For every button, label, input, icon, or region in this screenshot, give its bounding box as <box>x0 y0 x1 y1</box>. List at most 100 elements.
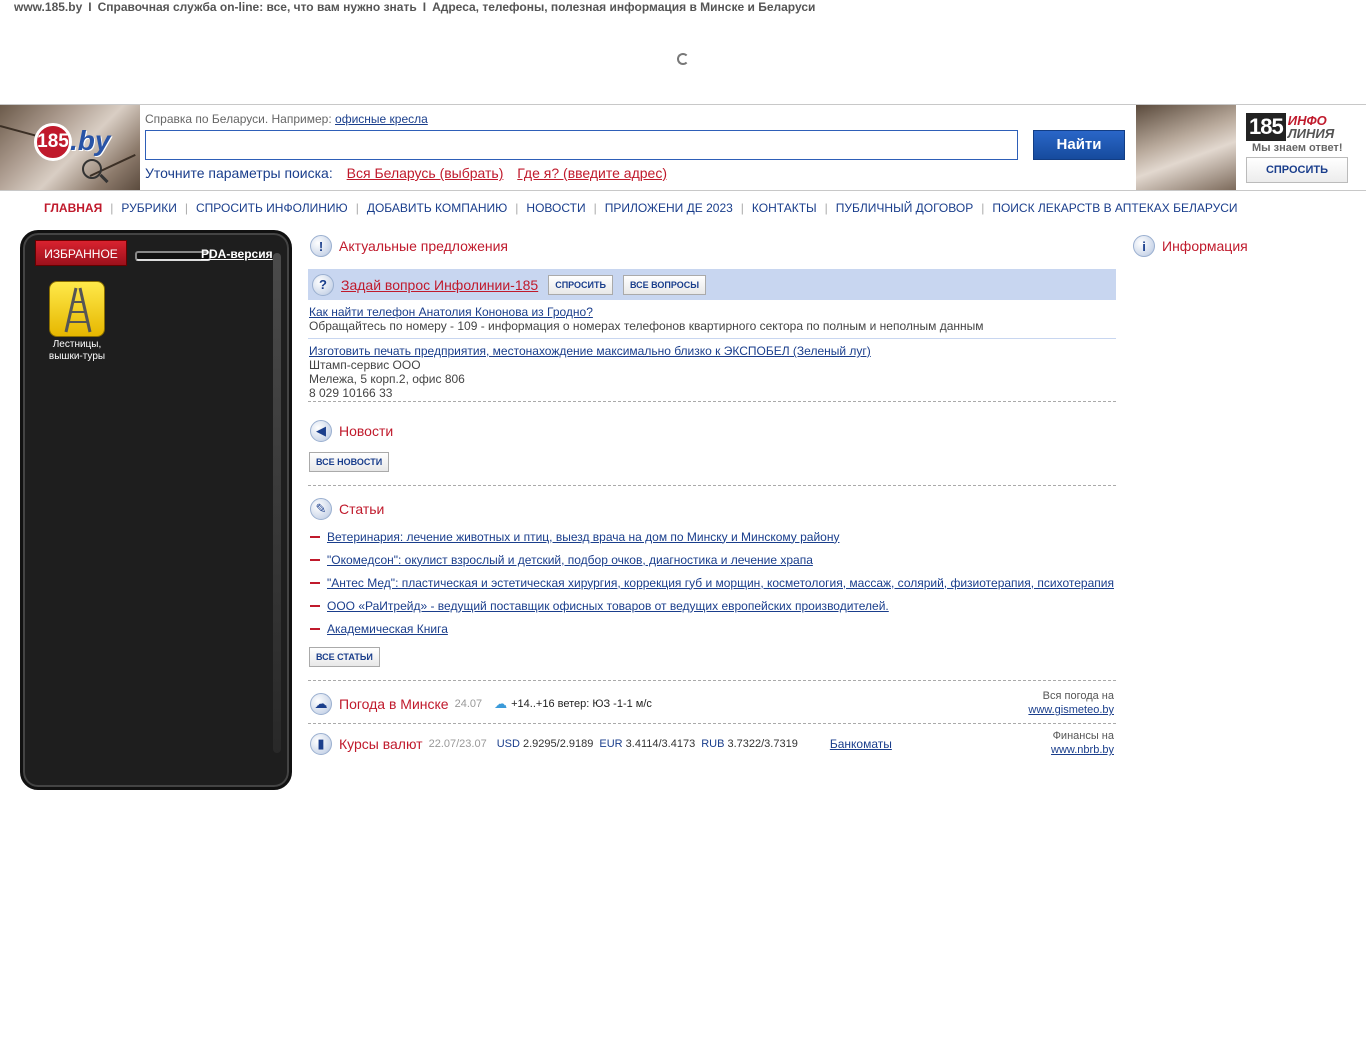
nav-divider: | <box>184 201 188 215</box>
logo-badge: 185 <box>34 123 72 161</box>
divider <box>308 338 1116 339</box>
nav-item[interactable]: Рубрики <box>121 201 176 215</box>
question-link[interactable]: Изготовить печать предприятия, местонахо… <box>309 344 871 358</box>
gismeteo-link[interactable]: www.gismeteo.by <box>1028 704 1114 716</box>
nav-divider: | <box>515 201 519 215</box>
nav-divider: | <box>981 201 985 215</box>
info-column: i Информация <box>1133 231 1353 261</box>
qa-item: Как найти телефон Анатолия Кононова из Г… <box>309 305 1117 333</box>
megaphone-icon: ◀ <box>310 420 332 442</box>
article-item: "Окомедсон": окулист взрослый и детский,… <box>310 548 1118 571</box>
ask-infoline-link[interactable]: Задай вопрос Инфолинии-185 <box>341 277 538 293</box>
site-logo[interactable]: 185 .by <box>0 105 140 190</box>
search-button[interactable]: Найти <box>1033 130 1125 160</box>
ask-infoline-bar: ? Задай вопрос Инфолинии-185 Спросить Вс… <box>308 269 1116 300</box>
info-header: i Информация <box>1133 231 1353 261</box>
nav-item[interactable]: Спросить Инфолинию <box>196 201 348 215</box>
article-item: ООО «РаИтрейд» - ведущий поставщик офисн… <box>310 594 1118 617</box>
weather-date: 24.07 <box>454 698 483 710</box>
weather-icon: ☁ <box>310 693 332 715</box>
main-content: ! Актуальные предложения ? Задай вопрос … <box>308 231 1118 1037</box>
all-questions-button[interactable]: Все вопросы <box>623 274 707 295</box>
search-params: Уточните параметры поиска: Вся Беларусь … <box>145 165 667 181</box>
favorites-tab[interactable]: ИЗБРАННОЕ <box>35 240 127 266</box>
weather-row: ☁ Погода в Минске 24.07 ☁ +14..+16 ветер… <box>310 686 1118 722</box>
example-link[interactable]: офисные кресла <box>335 112 428 126</box>
infoline-slogan: Мы знаем ответ! <box>1252 142 1343 154</box>
infoline-block: 185 ИНФО ЛИНИЯ Мы знаем ответ! СПРОСИТЬ <box>1236 105 1366 190</box>
article-item: Академическая Книга <box>310 617 1118 640</box>
all-news-button[interactable]: Все новости <box>309 452 390 472</box>
article-link[interactable]: Академическая Книга <box>327 622 448 636</box>
nav-divider: | <box>355 201 359 215</box>
logo-text: .by <box>70 125 111 156</box>
infoline-logo[interactable]: 185 ИНФО ЛИНИЯ <box>1246 113 1334 141</box>
weather-text: +14..+16 ветер: ЮЗ -1-1 м/с <box>511 698 652 710</box>
nav-item[interactable]: Главная <box>44 201 102 215</box>
atm-link[interactable]: Банкоматы <box>830 737 892 751</box>
panel-gloss <box>273 253 281 753</box>
divider <box>308 723 1116 724</box>
article-item: "Антес Мед": пластическая и эстетическая… <box>310 571 1118 594</box>
offers-header: ! Актуальные предложения <box>310 231 508 261</box>
nav-divider: | <box>740 201 744 215</box>
bullet-dash <box>310 558 320 561</box>
articles-title: Статьи <box>339 501 385 517</box>
exclamation-icon: ! <box>310 235 332 257</box>
article-link[interactable]: ООО «РаИтрейд» - ведущий поставщик офисн… <box>327 599 889 613</box>
offers-title: Актуальные предложения <box>339 238 509 254</box>
articles-header: ✎ Статьи <box>310 494 384 524</box>
answer-text: Обращайтесь по номеру - 109 - информация… <box>309 319 984 333</box>
nav-item[interactable]: Добавить компанию <box>367 201 507 215</box>
qa-item: Изготовить печать предприятия, местонахо… <box>309 344 871 400</box>
decorative-photo <box>1136 105 1236 190</box>
bullet-dash <box>310 535 320 538</box>
nav-item[interactable]: Поиск лекарств в аптеках Беларуси <box>992 201 1237 215</box>
bullet-dash <box>310 581 320 584</box>
article-link[interactable]: Ветеринария: лечение животных и птиц, вы… <box>327 530 839 544</box>
article-link[interactable]: "Антес Мед": пластическая и эстетическая… <box>327 576 1114 590</box>
infoline-ask-button[interactable]: СПРОСИТЬ <box>1246 157 1348 183</box>
address-input-link[interactable]: Где я? (введите адрес) <box>517 165 667 181</box>
nav-item[interactable]: Публичный договор <box>836 201 973 215</box>
bullet-dash <box>310 604 320 607</box>
rub-rate: RUB 3.7322/3.7319 <box>701 738 798 750</box>
nav-item[interactable]: Новости <box>526 201 585 215</box>
search-hint: Справка по Беларуси. Например: офисные к… <box>145 112 428 126</box>
loading-spinner-icon <box>677 53 689 65</box>
divider <box>308 485 1116 486</box>
pen-icon: ✎ <box>310 498 332 520</box>
favorite-tile-label[interactable]: Лестницы, вышки-туры <box>37 339 117 363</box>
rates-source: Финансы на www.nbrb.by <box>1051 730 1114 756</box>
search-params-label: Уточните параметры поиска: <box>145 165 333 181</box>
news-header: ◀ Новости <box>310 416 393 446</box>
divider <box>308 401 1116 402</box>
main-nav: Главная | Рубрики | Спросить Инфолинию | Добав… <box>44 201 1238 215</box>
pda-version-link[interactable]: PDA-версия <box>201 247 273 261</box>
magnifier-icon <box>82 159 102 179</box>
usd-rate: USD 2.9295/2.9189 <box>496 738 594 750</box>
search-input[interactable] <box>145 130 1018 160</box>
ask-button[interactable]: Спросить <box>548 274 613 295</box>
question-link[interactable]: Как найти телефон Анатолия Кононова из Г… <box>309 305 593 319</box>
region-select-link[interactable]: Вся Беларусь (выбрать) <box>347 165 504 181</box>
top-strip: www.185.by I Справочная служба on-line: вс… <box>14 0 816 14</box>
header: 185 .by Справка по Беларуси. Например: о… <box>0 104 1366 191</box>
weather-title: Погода в Минске <box>339 696 449 712</box>
all-articles-button[interactable]: Все статьи <box>309 647 380 667</box>
nav-divider: | <box>110 201 114 215</box>
nav-item[interactable]: Приложени де 2023 <box>605 201 733 215</box>
divider <box>308 680 1116 681</box>
nbrb-link[interactable]: www.nbrb.by <box>1051 744 1114 756</box>
tab-placeholder[interactable] <box>135 251 211 261</box>
rates-title: Курсы валют <box>339 736 423 752</box>
question-icon: ? <box>312 273 334 296</box>
nav-divider: | <box>824 201 828 215</box>
nav-divider: | <box>593 201 597 215</box>
nav-item[interactable]: Контакты <box>752 201 817 215</box>
info-icon: i <box>1133 235 1155 257</box>
cloud-icon: ☁ <box>494 696 508 711</box>
ladder-icon[interactable] <box>49 281 105 337</box>
article-link[interactable]: "Окомедсон": окулист взрослый и детский,… <box>327 553 813 567</box>
site-name: www.185.by <box>14 0 83 14</box>
